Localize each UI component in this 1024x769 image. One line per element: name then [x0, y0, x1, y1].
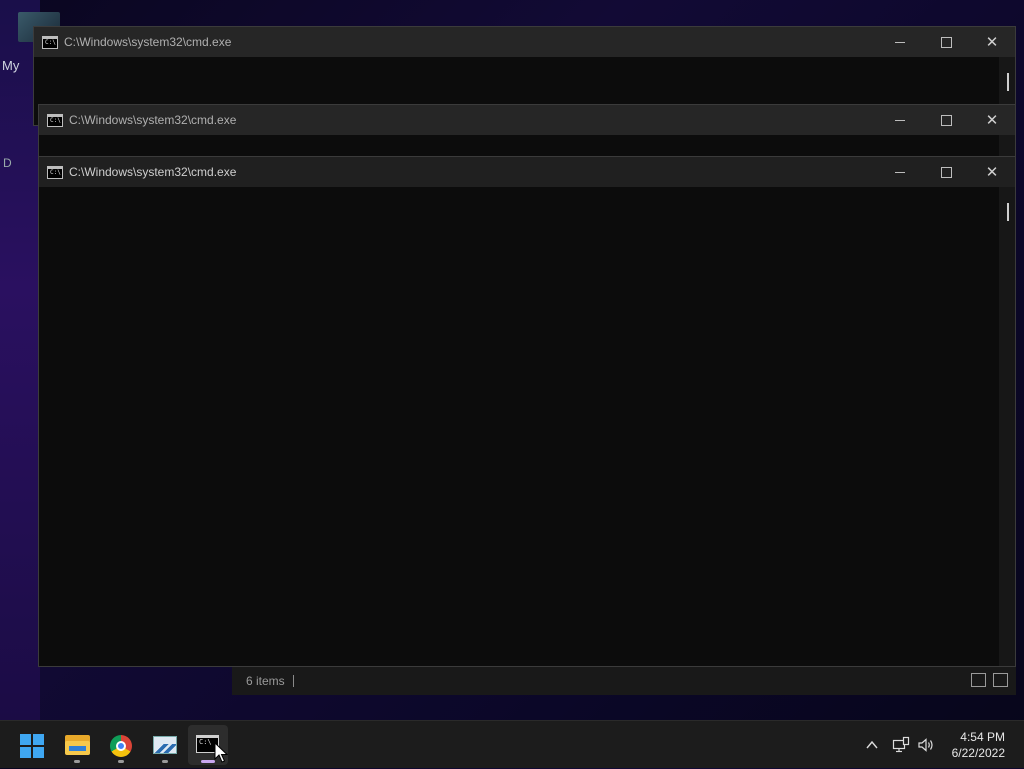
- taskbar: C:\ 4:54 PM 6/22/2022: [0, 720, 1024, 768]
- window-title: C:\Windows\system32\cmd.exe: [69, 165, 237, 179]
- network-monitor-icon: [892, 736, 910, 753]
- active-indicator: [201, 760, 215, 763]
- large-icons-view-icon[interactable]: [993, 673, 1008, 687]
- photo-icon: [153, 736, 177, 754]
- clock-time: 4:54 PM: [960, 730, 1005, 744]
- cmd-window-3[interactable]: C:\ C:\Windows\system32\cmd.exe ✕: [38, 156, 1016, 667]
- running-indicator: [162, 760, 168, 763]
- title-bar[interactable]: C:\ C:\Windows\system32\cmd.exe ✕: [39, 157, 1015, 187]
- status-separator: [293, 675, 294, 687]
- taskbar-chrome[interactable]: [101, 725, 141, 765]
- title-bar[interactable]: C:\ C:\Windows\system32\cmd.exe ✕: [39, 105, 1015, 135]
- window-title: C:\Windows\system32\cmd.exe: [64, 35, 232, 49]
- title-bar[interactable]: C:\ C:\Windows\system32\cmd.exe ✕: [34, 27, 1015, 57]
- network-icon[interactable]: [892, 721, 910, 769]
- maximize-button[interactable]: [923, 27, 969, 57]
- running-indicator: [118, 760, 124, 763]
- status-item-count: 6 items: [246, 674, 285, 688]
- speaker-icon: [918, 738, 933, 752]
- close-button[interactable]: ✕: [969, 105, 1015, 135]
- cmd-window-2[interactable]: C:\ C:\Windows\system32\cmd.exe ✕: [38, 104, 1016, 164]
- details-view-icon[interactable]: [971, 673, 986, 687]
- folder-icon: [65, 735, 90, 755]
- running-indicator: [74, 760, 80, 763]
- taskbar-file-explorer[interactable]: [57, 725, 97, 765]
- clock-date: 6/22/2022: [951, 746, 1005, 760]
- scrollbar-thumb[interactable]: [1007, 203, 1009, 221]
- taskbar-photos[interactable]: [145, 725, 185, 765]
- windows-logo-icon: [20, 734, 44, 758]
- scrollbar[interactable]: [999, 187, 1015, 666]
- system-clock[interactable]: 4:54 PM 6/22/2022: [952, 729, 1005, 761]
- chevron-up-icon: [866, 740, 878, 749]
- close-button[interactable]: ✕: [969, 157, 1015, 187]
- close-button[interactable]: ✕: [969, 27, 1015, 57]
- desktop-label: D: [3, 156, 12, 170]
- cmd-icon: C:\: [47, 113, 63, 127]
- maximize-button[interactable]: [923, 105, 969, 135]
- volume-icon[interactable]: [917, 721, 935, 769]
- start-button[interactable]: [12, 725, 52, 765]
- chrome-icon: [110, 735, 132, 757]
- maximize-button[interactable]: [923, 157, 969, 187]
- cmd-icon: C:\: [47, 165, 63, 179]
- minimize-button[interactable]: [877, 157, 923, 187]
- minimize-button[interactable]: [877, 105, 923, 135]
- scrollbar-thumb[interactable]: [1007, 73, 1009, 91]
- show-hidden-icons-button[interactable]: [864, 721, 880, 769]
- console-area[interactable]: [39, 187, 999, 666]
- minimize-button[interactable]: [877, 27, 923, 57]
- desktop-label: My: [2, 58, 20, 73]
- cmd-icon: C:\: [42, 35, 58, 49]
- window-title: C:\Windows\system32\cmd.exe: [69, 113, 237, 127]
